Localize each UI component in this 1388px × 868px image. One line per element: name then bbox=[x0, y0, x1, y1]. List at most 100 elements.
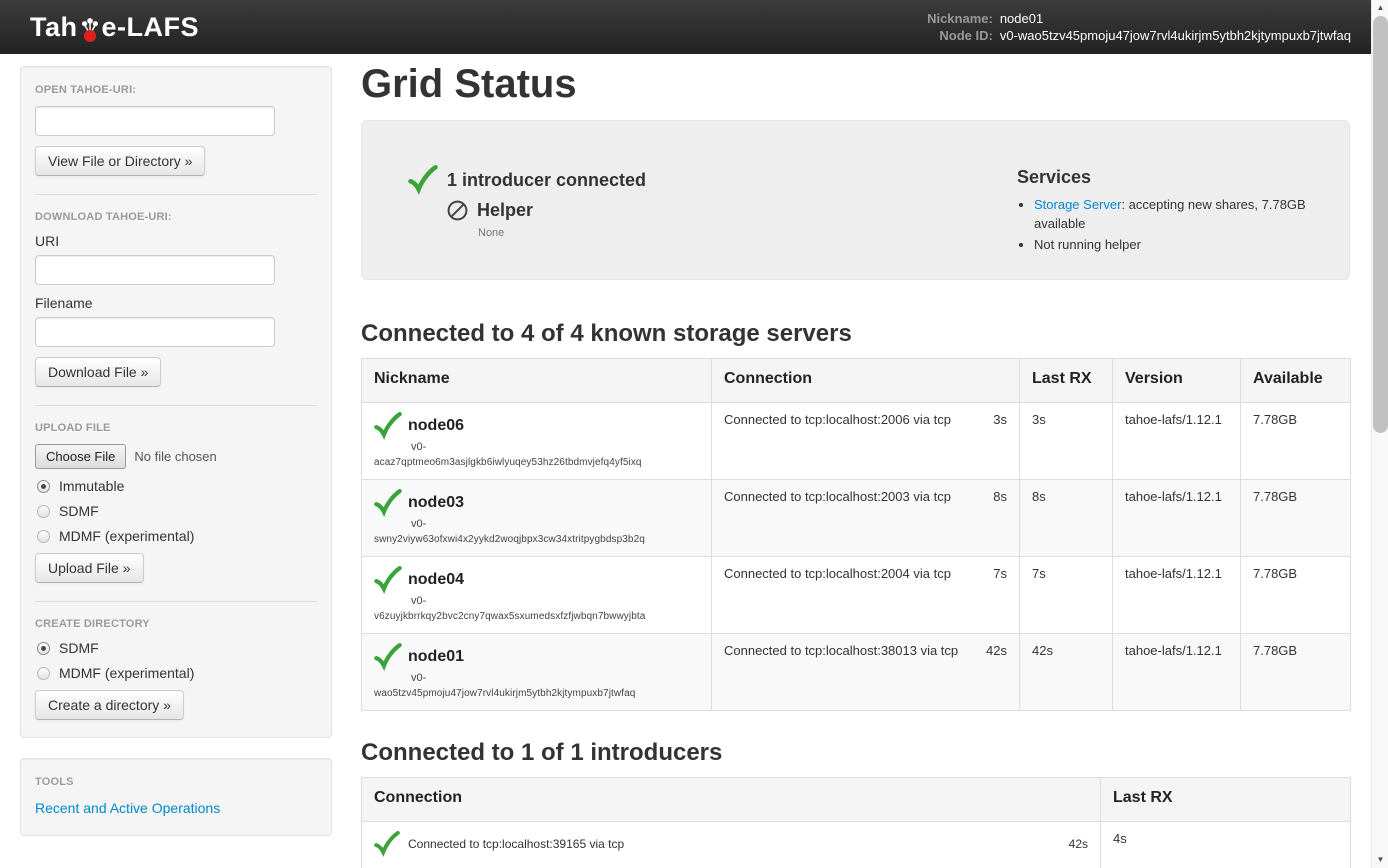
node-id-label: Node ID: bbox=[927, 28, 993, 43]
check-icon bbox=[374, 412, 402, 440]
node-id-hash: swny2viyw63ofxwi4x2yykd2woqjbpx3cw34xtri… bbox=[374, 534, 699, 545]
tools-label: TOOLS bbox=[35, 776, 317, 788]
open-uri-input[interactable] bbox=[35, 106, 275, 136]
connection-age: 3s bbox=[993, 412, 1007, 427]
connection-cell: Connected to tcp:localhost:38013 via tcp… bbox=[712, 634, 1020, 711]
services-title: Services bbox=[1017, 167, 1329, 188]
table-row: node04 v0- v6zuyjkbrrkqy2bvc2cny7qwax5sx… bbox=[362, 557, 1351, 634]
service-item-storage: Storage Server: accepting new shares, 7.… bbox=[1034, 195, 1329, 233]
node-id-prefix: v0- bbox=[411, 595, 699, 607]
tools-panel: TOOLS Recent and Active Operations bbox=[20, 758, 332, 836]
node-id-prefix: v0- bbox=[411, 672, 699, 684]
download-file-button[interactable]: Download File » bbox=[35, 357, 161, 387]
sidebar-divider bbox=[35, 405, 317, 406]
tahoe-lafs-logo[interactable]: Tah e-LAFS bbox=[30, 12, 199, 43]
node-nickname: node03 bbox=[408, 494, 464, 512]
column-header-available: Available bbox=[1241, 359, 1351, 403]
available-cell: 7.78GB bbox=[1241, 634, 1351, 711]
page: Tah e-LAFS Nickname: node01 Node ID: v0-… bbox=[0, 0, 1388, 868]
upload-format-option-immutable[interactable]: Immutable bbox=[37, 478, 315, 494]
file-status-text: No file chosen bbox=[134, 449, 216, 464]
sprout-icon bbox=[79, 17, 101, 43]
connection-cell: Connected to tcp:localhost:2003 via tcp8… bbox=[712, 480, 1020, 557]
connection-summary: 1 introducer connected Helper None bbox=[408, 165, 1017, 279]
nickname-cell: node06 v0- acaz7qptmeo6m3asjlgkb6iwlyuqe… bbox=[362, 403, 712, 480]
helper-value: None bbox=[478, 227, 1017, 239]
storage-server-link[interactable]: Storage Server bbox=[1034, 197, 1121, 212]
version-cell: tahoe-lafs/1.12.1 bbox=[1113, 557, 1241, 634]
check-icon bbox=[408, 165, 438, 195]
helper-status: Helper bbox=[446, 199, 1017, 222]
top-navbar: Tah e-LAFS Nickname: node01 Node ID: v0-… bbox=[0, 0, 1371, 54]
scroll-up-arrow[interactable]: ▲ bbox=[1372, 0, 1388, 16]
create-directory-label: CREATE DIRECTORY bbox=[35, 618, 317, 630]
no-entry-icon bbox=[446, 199, 469, 222]
radio-button[interactable] bbox=[37, 667, 50, 680]
column-header-nickname: Nickname bbox=[362, 359, 712, 403]
upload-file-section: UPLOAD FILE Choose File No file chosen I… bbox=[35, 422, 317, 583]
node-id-prefix: v0- bbox=[411, 518, 699, 530]
scroll-down-arrow[interactable]: ▼ bbox=[1372, 852, 1388, 868]
table-header-row: Nickname Connection Last RX Version Avai… bbox=[362, 359, 1351, 403]
check-icon bbox=[374, 566, 402, 594]
connection-age: 42s bbox=[1069, 837, 1088, 851]
table-header-row: Connection Last RX bbox=[362, 778, 1351, 822]
introducers-heading: Connected to 1 of 1 introducers bbox=[361, 739, 1350, 767]
helper-title: Helper bbox=[477, 200, 533, 221]
last-rx-cell: 42s bbox=[1020, 634, 1113, 711]
column-header-connection: Connection bbox=[362, 778, 1101, 822]
node-id-hash: v6zuyjkbrrkqy2bvc2cny7qwax5sxumedsxfzfjw… bbox=[374, 611, 699, 622]
node-nickname: node01 bbox=[408, 648, 464, 666]
radio-button[interactable] bbox=[37, 642, 50, 655]
node-nickname: node06 bbox=[408, 417, 464, 435]
check-icon bbox=[374, 831, 400, 857]
open-uri-label: OPEN TAHOE-URI: bbox=[35, 84, 317, 96]
grid-status-summary: 1 introducer connected Helper None Servi… bbox=[361, 120, 1350, 280]
storage-servers-heading: Connected to 4 of 4 known storage server… bbox=[361, 320, 1350, 348]
last-rx-cell: 7s bbox=[1020, 557, 1113, 634]
introducer-status-text: 1 introducer connected bbox=[447, 170, 646, 191]
sidebar-divider bbox=[35, 601, 317, 602]
available-cell: 7.78GB bbox=[1241, 480, 1351, 557]
service-item-helper: Not running helper bbox=[1034, 235, 1329, 254]
radio-button[interactable] bbox=[37, 505, 50, 518]
file-picker: Choose File No file chosen bbox=[35, 444, 317, 469]
radio-label: SDMF bbox=[59, 503, 99, 519]
create-directory-button[interactable]: Create a directory » bbox=[35, 690, 184, 720]
scrollbar-thumb[interactable] bbox=[1373, 16, 1388, 433]
dir-format-option-mdmf[interactable]: MDMF (experimental) bbox=[37, 665, 315, 681]
vertical-scrollbar[interactable]: ▲ ▼ bbox=[1371, 0, 1388, 868]
connection-text: Connected to tcp:localhost:38013 via tcp bbox=[724, 643, 958, 658]
connection-age: 42s bbox=[986, 643, 1007, 658]
version-cell: tahoe-lafs/1.12.1 bbox=[1113, 480, 1241, 557]
upload-file-label: UPLOAD FILE bbox=[35, 422, 317, 434]
upload-format-option-mdmf[interactable]: MDMF (experimental) bbox=[37, 528, 315, 544]
column-header-last-rx: Last RX bbox=[1020, 359, 1113, 403]
dir-format-option-sdmf[interactable]: SDMF bbox=[37, 640, 315, 656]
last-rx-cell: 3s bbox=[1020, 403, 1113, 480]
storage-servers-table: Nickname Connection Last RX Version Avai… bbox=[361, 358, 1351, 711]
download-uri-input[interactable] bbox=[35, 255, 275, 285]
choose-file-button[interactable]: Choose File bbox=[35, 444, 126, 469]
upload-file-button[interactable]: Upload File » bbox=[35, 553, 144, 583]
download-uri-label: DOWNLOAD TAHOE-URI: bbox=[35, 211, 317, 223]
node-id-hash: acaz7qptmeo6m3asjlgkb6iwlyuqey53hz26tbdm… bbox=[374, 457, 699, 468]
recent-operations-link[interactable]: Recent and Active Operations bbox=[35, 800, 220, 816]
table-row: node01 v0- wao5tzv45pmoju47jow7rvl4ukirj… bbox=[362, 634, 1351, 711]
connection-cell: Connected to tcp:localhost:2006 via tcp3… bbox=[712, 403, 1020, 480]
node-nickname: node04 bbox=[408, 571, 464, 589]
radio-label: Immutable bbox=[59, 478, 124, 494]
main-content: Grid Status 1 introducer connected Helpe… bbox=[361, 54, 1350, 868]
view-file-button[interactable]: View File or Directory » bbox=[35, 146, 205, 176]
version-cell: tahoe-lafs/1.12.1 bbox=[1113, 634, 1241, 711]
radio-button[interactable] bbox=[37, 530, 50, 543]
upload-format-option-sdmf[interactable]: SDMF bbox=[37, 503, 315, 519]
radio-label: MDMF (experimental) bbox=[59, 528, 194, 544]
download-filename-input[interactable] bbox=[35, 317, 275, 347]
radio-label: MDMF (experimental) bbox=[59, 665, 194, 681]
radio-button[interactable] bbox=[37, 480, 50, 493]
sidebar-divider bbox=[35, 194, 317, 195]
nickname-label: Nickname: bbox=[927, 11, 993, 26]
connection-text: Connected to tcp:localhost:39165 via tcp bbox=[408, 837, 1061, 851]
logo-text-post: e-LAFS bbox=[102, 12, 200, 43]
